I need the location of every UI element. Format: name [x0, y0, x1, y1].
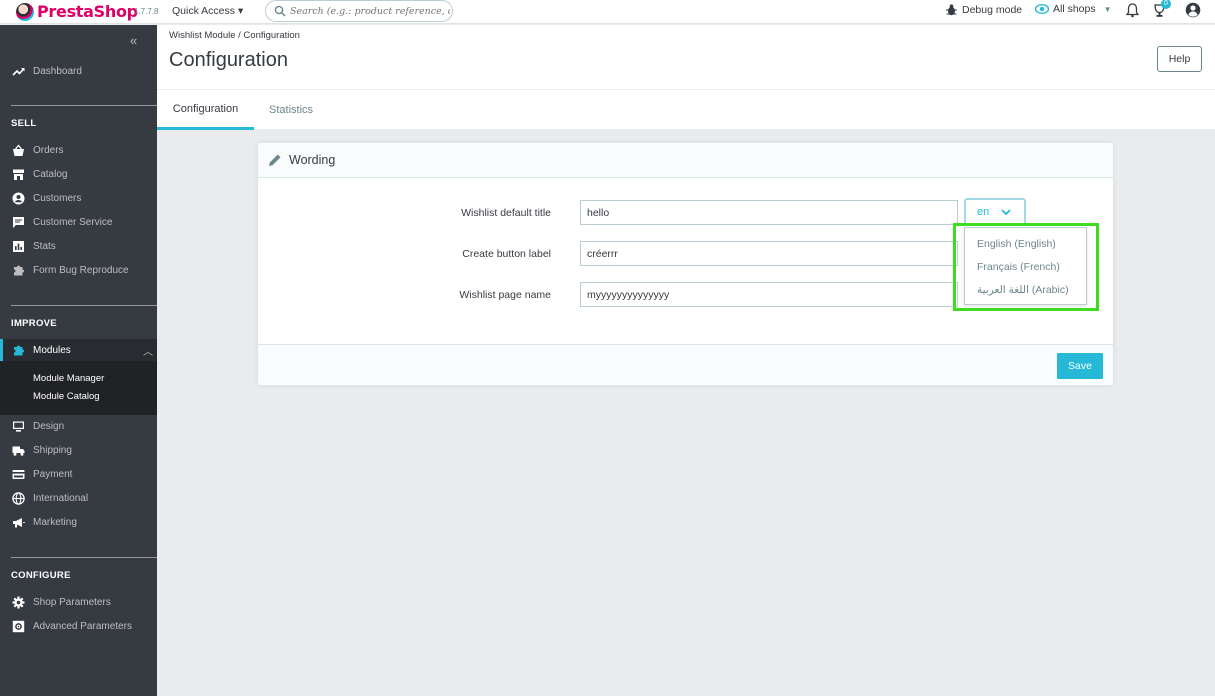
sidebar-item-form-bug-reproduce[interactable]: Form Bug Reproduce	[0, 259, 157, 281]
sidebar-item-shop-parameters[interactable]: Shop Parameters	[0, 591, 157, 613]
basket-icon	[13, 144, 24, 156]
sidebar-item-label: Marketing	[33, 516, 77, 528]
sidebar: « Dashboard SELL Orders Catalog Customer…	[0, 25, 157, 696]
tab-configuration[interactable]: Configuration	[157, 90, 254, 130]
search-icon	[274, 5, 286, 17]
sidebar-item-label: Payment	[33, 468, 73, 480]
debug-mode-label: Debug mode	[962, 4, 1023, 16]
sidebar-item-label: Form Bug Reproduce	[33, 264, 129, 276]
modules-submenu: Module Manager Module Catalog	[0, 361, 157, 415]
divider	[11, 105, 157, 106]
sidebar-item-marketing[interactable]: Marketing	[0, 511, 157, 533]
section-sell: SELL	[11, 118, 37, 129]
tab-bar: Configuration Statistics	[157, 89, 1215, 130]
sidebar-item-customers[interactable]: Customers	[0, 187, 157, 209]
all-shops-label: All shops	[1053, 3, 1096, 15]
credit-card-icon	[12, 469, 25, 479]
eye-icon	[1035, 4, 1049, 14]
settings-applications-icon	[12, 620, 25, 632]
sidebar-item-catalog[interactable]: Catalog	[0, 163, 157, 185]
divider	[11, 305, 157, 306]
wishlist-title-label: Wishlist default title	[461, 207, 551, 219]
bug-icon	[946, 4, 957, 16]
sidebar-item-orders[interactable]: Orders	[0, 139, 157, 161]
save-button[interactable]: Save	[1057, 353, 1103, 379]
sidebar-item-label: International	[33, 492, 89, 504]
divider	[11, 557, 157, 558]
collapse-sidebar-icon[interactable]: «	[130, 33, 137, 48]
gear-icon	[12, 596, 25, 608]
panel-title: Wording	[289, 153, 336, 167]
globe-icon	[12, 491, 25, 505]
sidebar-item-design[interactable]: Design	[0, 415, 157, 437]
sidebar-item-label: Advanced Parameters	[33, 620, 132, 632]
truck-icon	[12, 446, 25, 456]
megaphone-icon	[13, 517, 25, 527]
chat-icon	[13, 216, 24, 228]
bar-chart-icon	[13, 240, 24, 252]
chevron-up-icon: ︿	[143, 347, 153, 358]
wishlist-title-input[interactable]	[580, 200, 958, 225]
sidebar-item-label: Shop Parameters	[33, 596, 111, 608]
page-header: Wishlist Module / Configuration Configur…	[157, 25, 1215, 89]
sidebar-item-payment[interactable]: Payment	[0, 463, 157, 485]
sidebar-item-label: Stats	[33, 240, 56, 252]
tab-statistics[interactable]: Statistics	[269, 90, 313, 130]
panel-footer: Save	[258, 344, 1113, 385]
sidebar-item-customer-service[interactable]: Customer Service	[0, 211, 157, 233]
wishlist-page-name-label: Wishlist page name	[459, 289, 551, 301]
quick-access-menu[interactable]: Quick Access ▾	[172, 5, 243, 17]
trending-up-icon	[12, 67, 25, 76]
account-circle-icon	[12, 192, 25, 204]
sidebar-item-label: Modules	[33, 344, 71, 356]
highlight-box	[953, 223, 1099, 311]
language-code: en	[977, 206, 990, 218]
sidebar-item-international[interactable]: International	[0, 487, 157, 509]
help-button[interactable]: Help	[1157, 46, 1202, 72]
puzzle-icon	[14, 265, 24, 275]
bell-icon[interactable]	[1126, 3, 1139, 18]
prestashop-logo[interactable]: PrestaShop	[16, 2, 138, 21]
sidebar-item-label: Customers	[33, 192, 82, 204]
pencil-icon	[269, 154, 281, 166]
sidebar-item-module-catalog[interactable]: Module Catalog	[33, 391, 100, 402]
breadcrumb[interactable]: Wishlist Module / Configuration	[169, 30, 300, 41]
page-title: Configuration	[169, 49, 288, 71]
chevron-down-icon: ▼	[1103, 4, 1112, 14]
sidebar-item-stats[interactable]: Stats	[0, 235, 157, 257]
prestashop-logo-icon	[16, 2, 34, 21]
sidebar-item-modules[interactable]: Modules ︿	[0, 339, 157, 361]
create-button-label-input[interactable]	[580, 241, 958, 266]
orders-notification[interactable]: 0	[1152, 0, 1171, 19]
panel-header: Wording	[258, 143, 1113, 178]
search-input[interactable]	[290, 3, 450, 19]
sidebar-item-label: Customer Service	[33, 216, 113, 228]
section-improve: IMPROVE	[11, 318, 57, 329]
sidebar-item-label: Dashboard	[33, 65, 82, 77]
brand-name: PrestaShop	[37, 2, 138, 21]
monitor-icon	[13, 421, 24, 432]
store-icon	[13, 169, 24, 180]
sidebar-item-advanced-parameters[interactable]: Advanced Parameters	[0, 615, 157, 637]
sidebar-item-label: Design	[33, 420, 65, 432]
debug-mode-link[interactable]: Debug mode	[946, 4, 1022, 16]
chevron-down-icon	[1001, 208, 1011, 215]
sidebar-item-dashboard[interactable]: Dashboard	[0, 60, 157, 82]
all-shops-selector[interactable]: All shops ▼	[1035, 3, 1112, 15]
notification-badge: 0	[1161, 0, 1171, 9]
sidebar-item-shipping[interactable]: Shipping	[0, 439, 157, 461]
version-label: 1.7.7.8	[134, 7, 159, 16]
sidebar-item-module-manager[interactable]: Module Manager	[33, 373, 104, 384]
wishlist-page-name-input[interactable]	[580, 282, 958, 307]
sidebar-item-label: Shipping	[33, 444, 72, 456]
sidebar-item-label: Orders	[33, 144, 64, 156]
create-button-label-label: Create button label	[462, 248, 551, 260]
section-configure: CONFIGURE	[11, 570, 71, 581]
language-selector-button[interactable]: en	[964, 198, 1026, 226]
top-bar: PrestaShop 1.7.7.8 Quick Access ▾ Debug …	[0, 0, 1215, 24]
user-avatar-icon[interactable]	[1185, 2, 1201, 18]
search-box[interactable]	[265, 0, 453, 22]
sidebar-item-label: Catalog	[33, 168, 68, 180]
puzzle-icon	[14, 345, 24, 355]
